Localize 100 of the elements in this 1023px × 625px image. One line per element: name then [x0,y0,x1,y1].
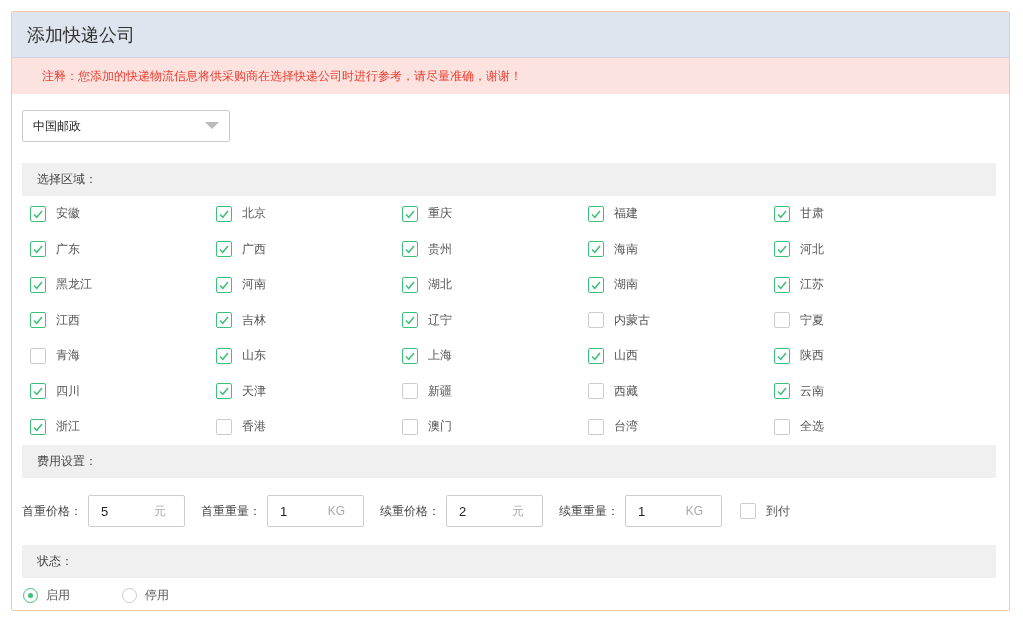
checkbox[interactable] [774,347,790,364]
field-label: 续重重量： [559,502,619,520]
radio-label: 停用 [145,586,169,604]
checkbox[interactable] [216,383,232,400]
checkbox-label: 黑龙江 [56,276,92,294]
checkbox[interactable] [216,418,232,435]
checkbox-label: 江苏 [800,276,824,294]
input-field[interactable]: 1 KG [267,495,364,527]
checkbox[interactable] [30,383,46,400]
caret-icon [205,122,219,130]
checkbox[interactable] [774,276,790,293]
checkbox[interactable] [588,347,604,364]
checkbox[interactable] [774,205,790,222]
input-field[interactable]: 1 KG [625,495,722,527]
checkbox-label: 台湾 [614,418,638,436]
page-title: 添加快递公司 [12,12,1009,58]
checkbox-label: 海南 [614,240,638,258]
checkmark-icon [32,314,44,327]
checkbox-label: 香港 [242,418,266,436]
checkbox[interactable] [30,347,46,364]
checkbox[interactable] [402,312,418,329]
checkbox-label: 澳门 [428,418,452,436]
field-label: 首重重量： [201,502,261,520]
checkbox-label: 湖南 [614,276,638,294]
checkbox-label: 云南 [800,382,824,400]
checkbox-label: 新疆 [428,382,452,400]
checkbox-label: 北京 [242,205,266,223]
checkbox[interactable] [774,241,790,258]
checkmark-icon [404,243,416,256]
notice-text: 注释：您添加的快递物流信息将供采购商在选择快递公司时进行参考，请尽量准确，谢谢！ [12,58,1009,94]
checkbox[interactable] [402,418,418,435]
checkbox-label: 甘肃 [800,205,824,223]
checkbox[interactable] [774,418,790,435]
section-label: 选择区域： [37,171,97,188]
checkbox-label: 全选 [800,418,824,436]
checkmark-icon [590,243,602,256]
checkbox[interactable] [216,347,232,364]
checkmark-icon [32,385,44,398]
radio-button[interactable] [23,587,38,603]
checkbox-label: 广东 [56,240,80,258]
checkbox[interactable] [588,383,604,400]
checkbox[interactable] [402,241,418,258]
checkbox-label: 青海 [56,347,80,365]
checkmark-icon [404,314,416,327]
checkmark-icon [218,385,230,398]
checkbox[interactable] [588,276,604,293]
checkbox[interactable] [30,241,46,258]
checkbox-label: 浙江 [56,418,80,436]
checkbox-label: 湖北 [428,276,452,294]
checkmark-icon [218,243,230,256]
radio-button[interactable] [122,587,137,603]
checkbox[interactable] [402,205,418,222]
checkbox-label: 上海 [428,347,452,365]
checkbox-label: 宁夏 [800,311,824,329]
checkbox-label: 山东 [242,347,266,365]
checkmark-icon [776,385,788,398]
checkbox-label: 内蒙古 [614,311,650,329]
checkbox-label: 陕西 [800,347,824,365]
checkmark-icon [218,314,230,327]
field-label: 续重价格： [380,502,440,520]
checkbox[interactable] [30,418,46,435]
checkbox[interactable] [588,312,604,329]
checkbox-label: 江西 [56,311,80,329]
input-field[interactable]: 2 元 [446,495,543,527]
checkbox[interactable] [774,383,790,400]
checkbox-label: 辽宁 [428,311,452,329]
checkbox-label: 安徽 [56,205,80,223]
checkbox-label: 河北 [800,240,824,258]
checkbox-label: 广西 [242,240,266,258]
checkbox[interactable] [216,241,232,258]
checkbox[interactable] [30,276,46,293]
radio-label: 启用 [46,586,70,604]
checkbox[interactable] [774,312,790,329]
checkbox-label: 山西 [614,347,638,365]
section-label: 费用设置： [37,452,97,470]
checkbox[interactable] [402,347,418,364]
checkbox-label: 到付 [766,502,790,520]
checkbox-label: 河南 [242,276,266,294]
checkbox[interactable] [588,418,604,435]
checkbox[interactable] [216,205,232,222]
checkbox-label: 天津 [242,382,266,400]
checkbox-label: 贵州 [428,240,452,258]
carrier-dropdown[interactable]: 中国邮政 [22,110,230,142]
checkbox[interactable] [402,383,418,400]
checkbox-label: 重庆 [428,205,452,223]
checkbox[interactable] [588,241,604,258]
input-field[interactable]: 5 元 [88,495,185,527]
checkmark-icon [776,243,788,256]
checkbox[interactable] [588,205,604,222]
checkbox-label: 四川 [56,382,80,400]
checkbox[interactable] [216,312,232,329]
checkbox[interactable] [402,276,418,293]
field-label: 首重价格： [22,502,82,520]
checkbox[interactable] [30,312,46,329]
checkbox-label: 吉林 [242,311,266,329]
checkbox-label: 西藏 [614,382,638,400]
checkbox[interactable] [216,276,232,293]
checkbox[interactable] [740,503,756,519]
checkbox[interactable] [30,205,46,222]
checkbox-label: 福建 [614,205,638,223]
